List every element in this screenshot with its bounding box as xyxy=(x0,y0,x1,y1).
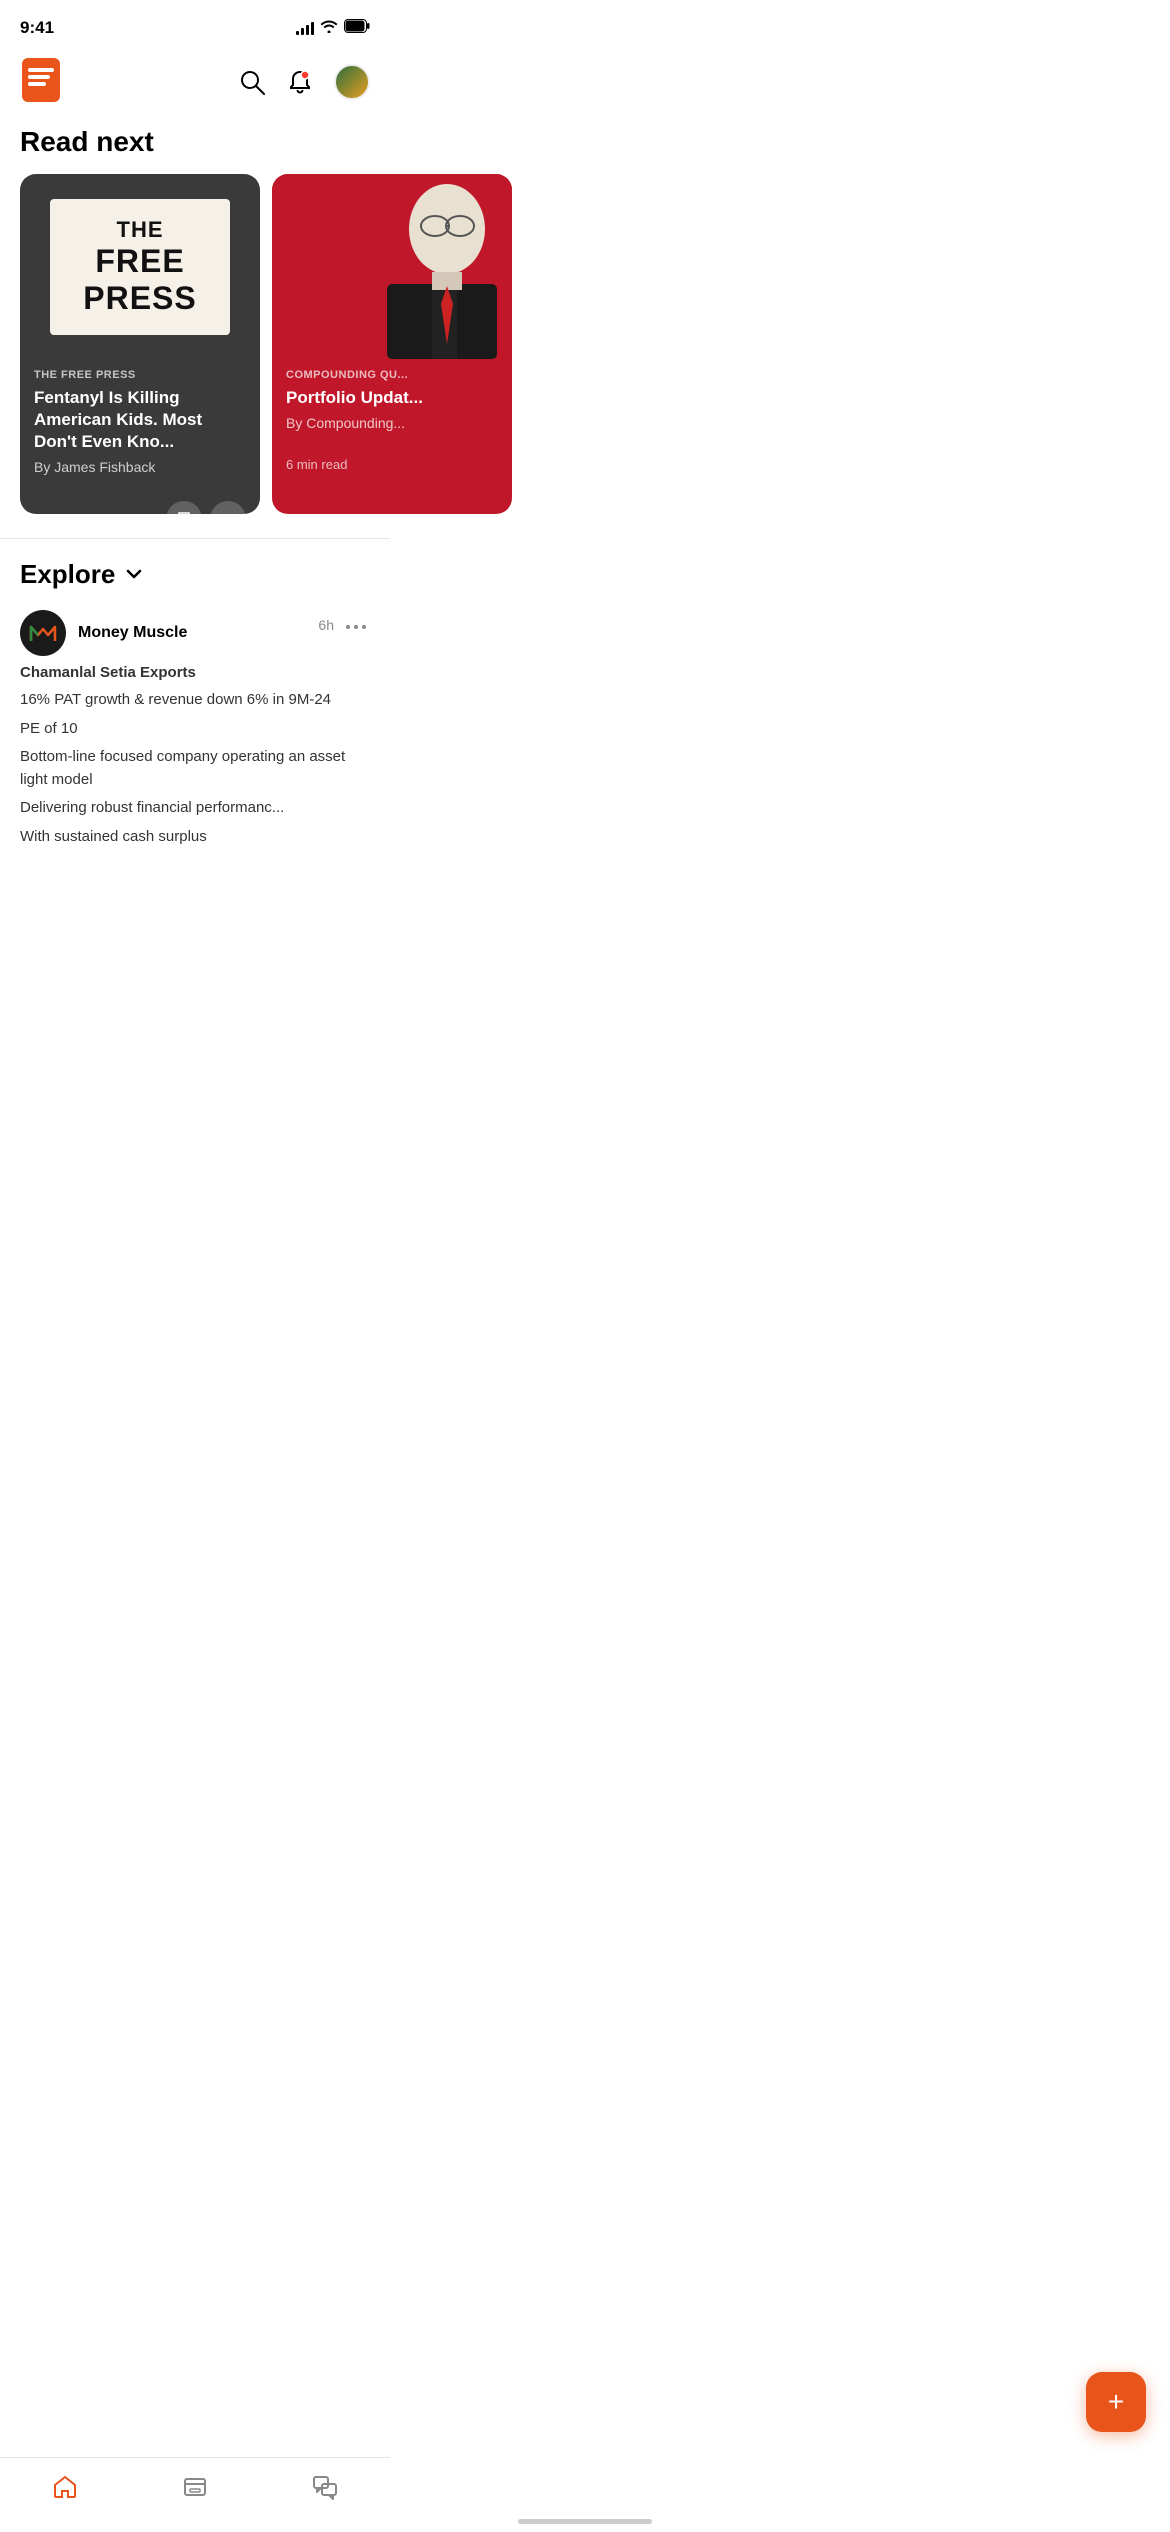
wifi-icon xyxy=(320,19,338,38)
article-time: 6h xyxy=(318,617,334,633)
logo-text-free: FREE xyxy=(72,243,208,280)
explore-title: Explore xyxy=(20,559,115,590)
card-footer: 6 min read xyxy=(272,457,512,486)
free-press-logo: THE FREE PRESS xyxy=(50,199,230,335)
app-logo[interactable] xyxy=(20,58,62,106)
article-card[interactable]: COMPOUNDING QU... Portfolio Updat... By … xyxy=(272,174,512,514)
status-bar: 9:41 xyxy=(0,0,390,50)
notifications-button[interactable] xyxy=(286,68,314,96)
logo-text-press: PRESS xyxy=(72,280,208,317)
card-image-buffett xyxy=(272,174,512,359)
article-item[interactable]: Money Muscle 6h Chamanlal Setia Exports … xyxy=(0,610,390,848)
avatar[interactable] xyxy=(334,64,370,100)
card-author: By James Fishback xyxy=(34,459,246,475)
cards-container: THE FREE PRESS THE FREE PRESS Fentanyl I… xyxy=(0,174,390,514)
bottom-nav xyxy=(0,2457,390,2532)
status-time: 9:41 xyxy=(20,18,54,38)
logo-text-the: THE xyxy=(72,217,208,243)
read-next-title: Read next xyxy=(0,118,390,174)
plus-icon: + xyxy=(1108,2388,1124,2416)
signal-icon xyxy=(296,21,314,35)
explore-header: Explore xyxy=(0,559,390,610)
section-divider xyxy=(0,538,390,539)
card-content: THE FREE PRESS Fentanyl Is Killing Ameri… xyxy=(20,359,260,501)
article-text-line-5: With sustained cash surplus xyxy=(20,826,370,849)
article-card[interactable]: THE FREE PRESS THE FREE PRESS Fentanyl I… xyxy=(20,174,260,514)
more-options-button[interactable] xyxy=(210,501,246,514)
publication-avatar xyxy=(20,610,66,656)
article-meta-left: Money Muscle xyxy=(20,610,187,656)
card-actions xyxy=(166,501,246,514)
card-title: Fentanyl Is Killing American Kids. Most … xyxy=(34,387,246,453)
publication-name: Money Muscle xyxy=(78,624,187,642)
article-text-line-2: PE of 10 xyxy=(20,718,370,741)
card-footer: 8 min read xyxy=(20,501,260,514)
card-title: Portfolio Updat... xyxy=(286,387,498,409)
battery-icon xyxy=(344,19,370,38)
article-company: Chamanlal Setia Exports xyxy=(20,664,370,681)
card-publication: COMPOUNDING QU... xyxy=(286,369,498,381)
nav-messages[interactable] xyxy=(292,2470,358,2504)
home-indicator xyxy=(518,2519,652,2524)
app-header xyxy=(0,50,390,118)
article-text-line-3: Bottom-line focused company operating an… xyxy=(20,746,370,791)
status-icons xyxy=(296,19,370,38)
explore-chevron-icon[interactable] xyxy=(123,563,145,590)
search-button[interactable] xyxy=(238,68,266,96)
article-body: Chamanlal Setia Exports 16% PAT growth &… xyxy=(20,664,370,848)
create-button[interactable]: + xyxy=(1086,2372,1146,2432)
article-header: Money Muscle 6h xyxy=(20,610,370,656)
article-text-line-1: 16% PAT growth & revenue down 6% in 9M-2… xyxy=(20,689,370,712)
article-meta-right: 6h xyxy=(318,610,370,639)
card-image: THE FREE PRESS xyxy=(20,174,260,359)
article-text-line-4: Delivering robust financial performanc..… xyxy=(20,797,370,820)
card-content: COMPOUNDING QU... Portfolio Updat... By … xyxy=(272,359,512,457)
read-time: 6 min read xyxy=(286,457,347,472)
nav-inbox[interactable] xyxy=(162,2470,228,2504)
read-time: 8 min read xyxy=(34,512,95,514)
nav-home[interactable] xyxy=(32,2470,98,2504)
card-publication: THE FREE PRESS xyxy=(34,369,246,381)
card-author: By Compounding... xyxy=(286,415,498,431)
article-more-button[interactable] xyxy=(342,610,370,639)
bookmark-button[interactable] xyxy=(166,501,202,514)
header-actions xyxy=(238,64,370,100)
